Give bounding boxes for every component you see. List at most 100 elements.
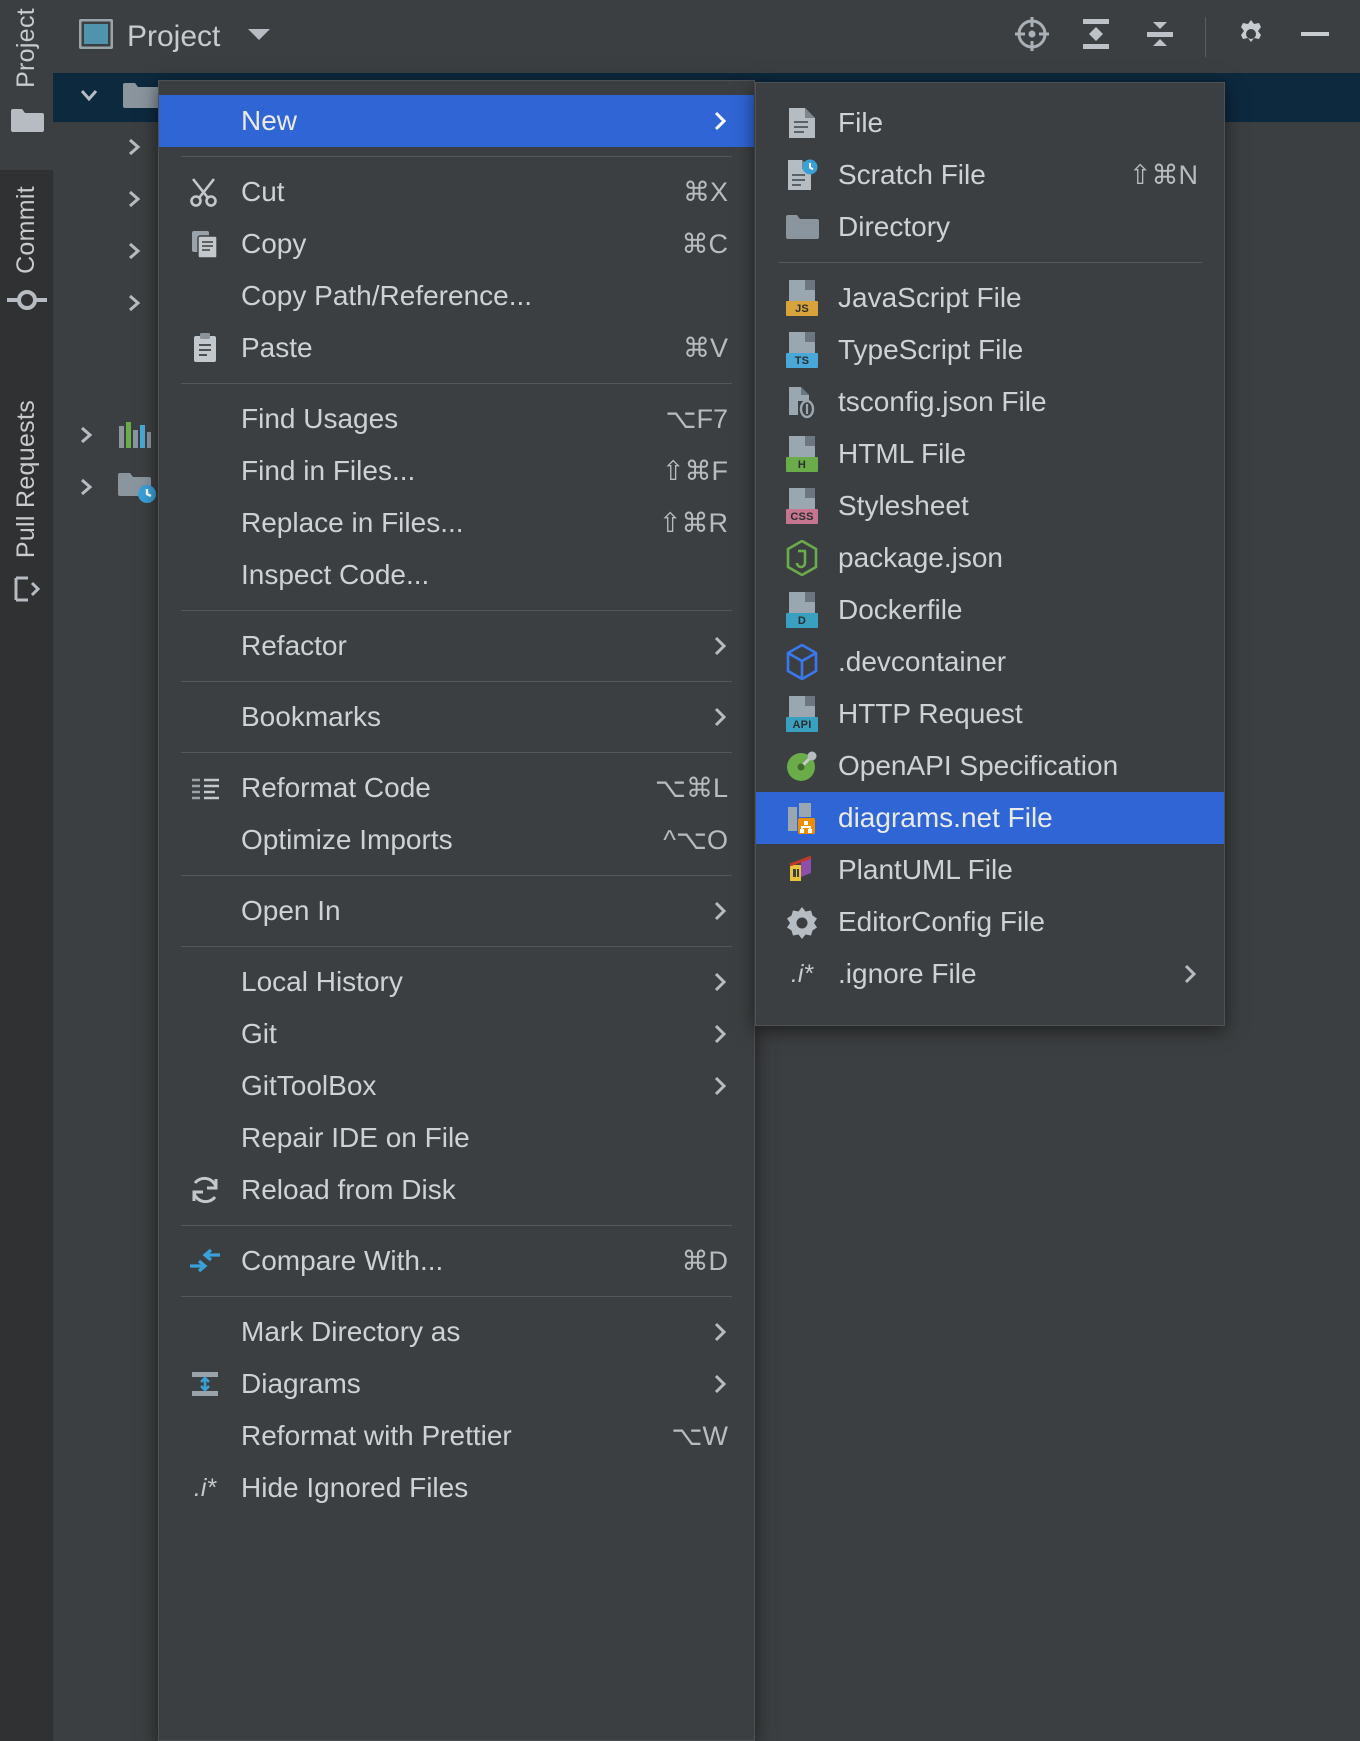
submenu-item-plantuml-file[interactable]: PlantUML File [756,844,1224,896]
empty-icon [187,557,223,593]
sidebar-item-label: Commit [12,186,40,274]
collapse-all-icon[interactable] [1141,15,1179,58]
menu-item-copy-path-reference[interactable]: Copy Path/Reference... [159,270,754,322]
submenu-item-label: JavaScript File [838,282,1022,313]
empty-icon [187,1068,223,1104]
chevron-right-icon[interactable] [123,188,145,215]
menu-item-label: Local History [241,966,403,997]
chevron-right-icon[interactable] [123,240,145,267]
directory-icon [784,209,820,245]
plantuml-icon [784,852,820,888]
menu-item-label: Git [241,1018,277,1049]
chevron-right-icon [708,899,754,923]
chevron-right-icon[interactable] [75,476,97,503]
chevron-right-icon [708,970,754,994]
menu-separator [181,875,732,876]
submenu-item-typescript-file[interactable]: TS TypeScript File [756,324,1224,376]
menu-separator [181,610,732,611]
submenu-item-devcontainer[interactable]: .devcontainer [756,636,1224,688]
submenu-item-shortcut: ⇧⌘N [1128,159,1198,190]
expand-all-icon[interactable] [1077,15,1115,58]
menu-item-cut[interactable]: Cut ⌘X [159,166,754,218]
menu-item-label: Optimize Imports [241,824,453,855]
submenu-item-editorconfig-file[interactable]: EditorConfig File [756,896,1224,948]
menu-item-label: Compare With... [241,1245,444,1276]
menu-item-label: New [241,105,298,136]
menu-item-new[interactable]: New [159,95,754,147]
menu-item-paste[interactable]: Paste ⌘V [159,322,754,374]
nodejs-icon [784,540,820,576]
submenu-separator [778,262,1202,263]
context-menu[interactable]: New Cut ⌘X Copy ⌘C Copy Path/Reference..… [158,80,755,1741]
menu-item-hide-ignored-files[interactable]: .i* Hide Ignored Files [159,1462,754,1514]
menu-item-label: Diagrams [241,1368,361,1399]
submenu-item-label: Stylesheet [838,490,969,521]
openapi-icon [784,748,820,784]
submenu-item-package-json[interactable]: package.json [756,532,1224,584]
ignore-icon: .i* [790,959,814,988]
menu-item-find-in-files[interactable]: Find in Files... ⇧⌘F [159,445,754,497]
sidebar-item-project[interactable]: Project [0,0,53,170]
menu-item-repair-ide-on-file[interactable]: Repair IDE on File [159,1112,754,1164]
empty-icon [187,1016,223,1052]
menu-item-optimize-imports[interactable]: Optimize Imports ^⌥O [159,814,754,866]
empty-icon [187,628,223,664]
menu-item-bookmarks[interactable]: Bookmarks [159,691,754,743]
menu-item-replace-in-files[interactable]: Replace in Files... ⇧⌘R [159,497,754,549]
menu-item-reformat-code[interactable]: Reformat Code ⌥⌘L [159,762,754,814]
chevron-right-icon[interactable] [75,424,97,451]
submenu-item-dockerfile[interactable]: D Dockerfile [756,584,1224,636]
submenu-item-file[interactable]: File [756,97,1224,149]
submenu-item-label: Scratch File [838,159,986,190]
menu-item-copy[interactable]: Copy ⌘C [159,218,754,270]
menu-item-label: GitToolBox [241,1070,377,1101]
menu-item-refactor[interactable]: Refactor [159,620,754,672]
submenu-item-http-request[interactable]: API HTTP Request [756,688,1224,740]
menu-item-gittoolbox[interactable]: GitToolBox [159,1060,754,1112]
project-view-icon [78,18,114,54]
chevron-right-icon[interactable] [123,136,145,163]
menu-item-find-usages[interactable]: Find Usages ⌥F7 [159,393,754,445]
menu-item-diagrams[interactable]: Diagrams [159,1358,754,1410]
menu-item-open-in[interactable]: Open In [159,885,754,937]
menu-item-label: Mark Directory as [241,1316,461,1347]
settings-gear-icon[interactable] [1232,15,1270,58]
chevron-down-icon[interactable] [78,84,100,111]
reformat-icon [187,770,223,806]
menu-item-label: Copy [241,228,307,259]
submenu-item-html-file[interactable]: H HTML File [756,428,1224,480]
menu-separator [181,1225,732,1226]
submenu-item-label: EditorConfig File [838,906,1045,937]
submenu-item-scratch-file[interactable]: Scratch File ⇧⌘N [756,149,1224,201]
submenu-item-label: File [838,107,884,138]
reload-icon [187,1172,223,1208]
submenu-item-tsconfig-json-file[interactable]: tsconfig.json File [756,376,1224,428]
menu-item-shortcut: ⌥⌘L [654,772,728,803]
submenu-item-javascript-file[interactable]: JS JavaScript File [756,272,1224,324]
menu-item-reformat-with-prettier[interactable]: Reformat with Prettier ⌥W [159,1410,754,1462]
scratch-file-icon [784,157,820,193]
menu-item-shortcut: ⇧⌘F [661,455,728,486]
menu-separator [181,156,732,157]
submenu-item-ignore-file[interactable]: .i* .ignore File [756,948,1224,1000]
new-submenu[interactable]: File Scratch File ⇧⌘N Directory JS JavaS… [755,82,1225,1026]
menu-item-inspect-code[interactable]: Inspect Code... [159,549,754,601]
chevron-right-icon[interactable] [123,292,145,319]
menu-item-local-history[interactable]: Local History [159,956,754,1008]
tool-window-actions [1013,15,1360,58]
menu-item-compare-with[interactable]: Compare With... ⌘D [159,1235,754,1287]
menu-item-git[interactable]: Git [159,1008,754,1060]
empty-icon [187,1314,223,1350]
sidebar-item-commit[interactable]: Commit [0,186,53,371]
select-opened-file-icon[interactable] [1013,15,1051,58]
sidebar-item-pull-requests[interactable]: Pull Requests [0,400,53,650]
submenu-item-directory[interactable]: Directory [756,201,1224,253]
chevron-right-icon [708,634,754,658]
submenu-item-stylesheet[interactable]: CSS Stylesheet [756,480,1224,532]
chevron-down-icon[interactable] [246,26,272,47]
submenu-item-diagrams-net-file[interactable]: diagrams.net File [756,792,1224,844]
menu-item-reload-from-disk[interactable]: Reload from Disk [159,1164,754,1216]
submenu-item-openapi-specification[interactable]: OpenAPI Specification [756,740,1224,792]
menu-item-mark-directory-as[interactable]: Mark Directory as [159,1306,754,1358]
hide-icon[interactable] [1296,15,1334,58]
